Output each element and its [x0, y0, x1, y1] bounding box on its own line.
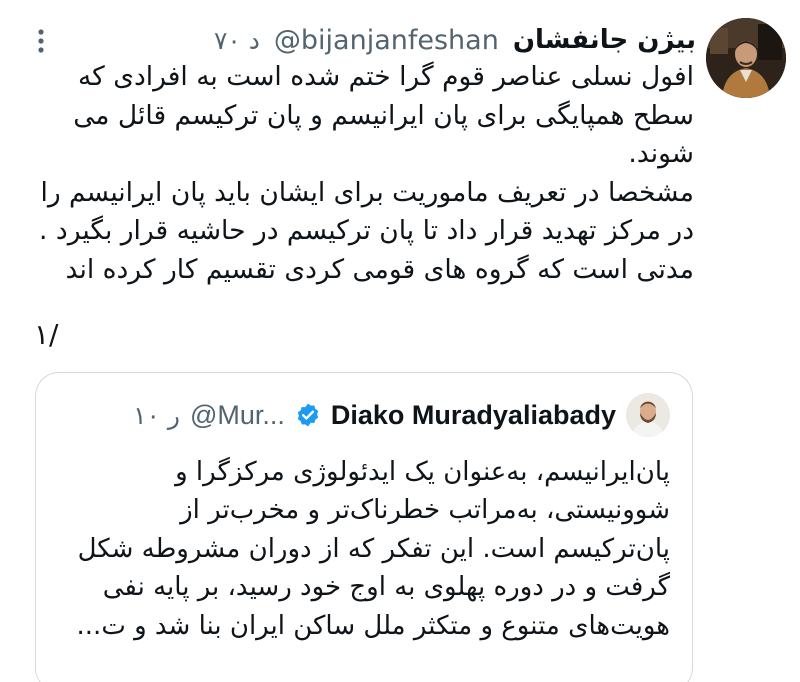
tweet-body: افول نسلی عناصر قوم گرا ختم شده است به ا… [18, 58, 694, 290]
tweet-body-line: شوند. [628, 138, 694, 170]
author-handle[interactable]: @bijanjanfeshan [274, 25, 499, 56]
quoted-body-line: پان‌ایرانیسم، به‌عنوان یک ایدئولوژی مرکز… [175, 457, 670, 487]
tweet-time[interactable]: ۷۰ د [214, 26, 260, 55]
tweet-body-line: در مرکز تهدید قرار داد تا پان ترکیسم در … [39, 215, 694, 247]
author-name[interactable]: بیژن جانفشان [513, 25, 696, 55]
quoted-body-line: شوونیستی، به‌مراتب خطرناک‌تر و مخرب‌تر ا… [180, 495, 670, 526]
tweet-body-line: مشخصا در تعریف ماموریت برای ایشان باید پ… [40, 176, 694, 208]
tweet-body-line: سطح همپایگی برای پان ایرانیسم و پان ترکی… [73, 99, 694, 131]
quoted-author-avatar[interactable] [626, 393, 670, 437]
quoted-body-line: هویت‌های متنوع و متکثر ملل ساکن ایران بن… [76, 610, 670, 641]
quoted-body-line: پان‌ترکیسم است. این تفکر که از دوران مشر… [77, 533, 670, 564]
author-avatar[interactable] [706, 18, 786, 98]
quoted-tweet-header: Diako Muradyaliabady @Mur... ۱۰ ر [133, 391, 670, 439]
verified-badge-icon [295, 402, 321, 428]
tweet-header: بیژن جانفشان @bijanjanfeshan ۷۰ د [214, 20, 696, 60]
quoted-tweet[interactable]: Diako Muradyaliabady @Mur... ۱۰ ر پان‌ای… [35, 372, 693, 682]
more-options-icon[interactable] [28, 26, 54, 56]
quoted-tweet-time[interactable]: ۱۰ ر [133, 401, 180, 430]
tweet-body-line: افول نسلی عناصر قوم گرا ختم شده است به ا… [77, 61, 694, 92]
tweet-card[interactable]: بیژن جانفشان @bijanjanfeshan ۷۰ د افول ن… [0, 0, 800, 682]
thread-marker: ۱/ [34, 318, 59, 351]
quoted-tweet-body: پان‌ایرانیسم، به‌عنوان یک ایدئولوژی مرکز… [56, 453, 670, 645]
quoted-author-name[interactable]: Diako Muradyaliabady [331, 400, 616, 431]
quoted-author-handle[interactable]: @Mur... [190, 400, 285, 431]
tweet-body-line: مدتی است که گروه های قومی کردی تقسیم کار… [65, 253, 694, 285]
quoted-body-line: گرفت و در دوره پهلوی به اوج خود رسید، بر… [102, 572, 670, 603]
